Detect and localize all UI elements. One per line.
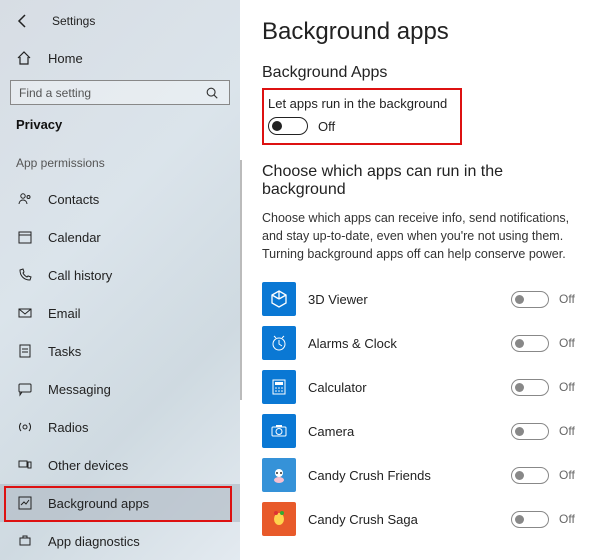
app-name: Candy Crush Saga bbox=[308, 512, 499, 527]
sidebar: Settings Home Privacy App permissions Co… bbox=[0, 0, 240, 560]
app-row-candy-crush-saga: Candy Crush Saga Off bbox=[262, 497, 587, 541]
app-toggle-state: Off bbox=[559, 512, 587, 526]
app-toggle-state: Off bbox=[559, 292, 587, 306]
calendar-icon bbox=[16, 228, 34, 246]
app-toggle[interactable] bbox=[511, 291, 549, 308]
app-toggle-state: Off bbox=[559, 336, 587, 350]
section-description: Choose which apps can receive info, send… bbox=[262, 209, 579, 263]
sidebar-item-contacts[interactable]: Contacts bbox=[0, 180, 240, 218]
radios-icon bbox=[16, 418, 34, 436]
back-button[interactable] bbox=[12, 10, 34, 32]
app-toggle[interactable] bbox=[511, 335, 549, 352]
app-icon-candy-crush-friends bbox=[262, 458, 296, 492]
app-icon-alarms-clock bbox=[262, 326, 296, 360]
app-toggle-state: Off bbox=[559, 468, 587, 482]
sidebar-item-app-diagnostics[interactable]: App diagnostics bbox=[0, 522, 240, 560]
sidebar-item-label: Tasks bbox=[48, 344, 81, 359]
master-toggle-block: Let apps run in the background Off bbox=[262, 88, 462, 145]
sidebar-item-label: Contacts bbox=[48, 192, 99, 207]
messaging-icon bbox=[16, 380, 34, 398]
page-title: Background apps bbox=[262, 18, 587, 46]
sidebar-item-other-devices[interactable]: Other devices bbox=[0, 446, 240, 484]
app-icon-calculator bbox=[262, 370, 296, 404]
sidebar-item-label: Email bbox=[48, 306, 81, 321]
app-icon-candy-crush-saga bbox=[262, 502, 296, 536]
phone-icon bbox=[16, 266, 34, 284]
app-row-calculator: Calculator Off bbox=[262, 365, 587, 409]
settings-title: Settings bbox=[52, 14, 95, 28]
background-apps-icon bbox=[16, 494, 34, 512]
sidebar-item-background-apps[interactable]: Background apps bbox=[0, 484, 240, 522]
sidebar-item-tasks[interactable]: Tasks bbox=[0, 332, 240, 370]
app-toggle[interactable] bbox=[511, 423, 549, 440]
home-icon bbox=[16, 50, 34, 66]
sidebar-item-label: Calendar bbox=[48, 230, 101, 245]
email-icon bbox=[16, 304, 34, 322]
app-toggle[interactable] bbox=[511, 379, 549, 396]
category-label: Privacy bbox=[0, 117, 240, 142]
sidebar-item-calendar[interactable]: Calendar bbox=[0, 218, 240, 256]
app-name: Candy Crush Friends bbox=[308, 468, 499, 483]
master-toggle-state: Off bbox=[318, 119, 335, 134]
app-list: 3D Viewer Off Alarms & Clock Off Calcula… bbox=[262, 277, 587, 541]
app-toggle[interactable] bbox=[511, 511, 549, 528]
app-row-3d-viewer: 3D Viewer Off bbox=[262, 277, 587, 321]
app-name: Camera bbox=[308, 424, 499, 439]
main-panel: Background apps Background Apps Let apps… bbox=[240, 0, 601, 560]
app-icon-camera bbox=[262, 414, 296, 448]
sidebar-item-email[interactable]: Email bbox=[0, 294, 240, 332]
master-toggle-label: Let apps run in the background bbox=[268, 96, 450, 111]
app-name: Calculator bbox=[308, 380, 499, 395]
app-name: 3D Viewer bbox=[308, 292, 499, 307]
search-input[interactable] bbox=[19, 86, 205, 100]
sidebar-item-label: Background apps bbox=[48, 496, 149, 511]
app-row-alarms-clock: Alarms & Clock Off bbox=[262, 321, 587, 365]
app-row-camera: Camera Off bbox=[262, 409, 587, 453]
sidebar-item-label: Call history bbox=[48, 268, 112, 283]
app-toggle-state: Off bbox=[559, 424, 587, 438]
home-label: Home bbox=[48, 51, 83, 66]
scrollbar[interactable] bbox=[240, 160, 242, 400]
app-toggle-state: Off bbox=[559, 380, 587, 394]
sidebar-item-messaging[interactable]: Messaging bbox=[0, 370, 240, 408]
diagnostics-icon bbox=[16, 532, 34, 550]
app-toggle[interactable] bbox=[511, 467, 549, 484]
app-icon-3d-viewer bbox=[262, 282, 296, 316]
sidebar-item-label: Radios bbox=[48, 420, 88, 435]
sidebar-item-radios[interactable]: Radios bbox=[0, 408, 240, 446]
sidebar-item-label: Other devices bbox=[48, 458, 128, 473]
sidebar-item-home[interactable]: Home bbox=[0, 42, 240, 74]
tasks-icon bbox=[16, 342, 34, 360]
sidebar-item-label: Messaging bbox=[48, 382, 111, 397]
search-icon bbox=[205, 86, 221, 100]
sidebar-item-label: App diagnostics bbox=[48, 534, 140, 549]
app-row-candy-crush-friends: Candy Crush Friends Off bbox=[262, 453, 587, 497]
devices-icon bbox=[16, 456, 34, 474]
group-label: App permissions bbox=[0, 142, 240, 180]
app-name: Alarms & Clock bbox=[308, 336, 499, 351]
section-title-1: Background Apps bbox=[262, 64, 587, 82]
contacts-icon bbox=[16, 190, 34, 208]
sidebar-item-call-history[interactable]: Call history bbox=[0, 256, 240, 294]
master-toggle[interactable] bbox=[268, 117, 308, 135]
search-box[interactable] bbox=[10, 80, 230, 105]
section-title-2: Choose which apps can run in the backgro… bbox=[262, 163, 587, 199]
